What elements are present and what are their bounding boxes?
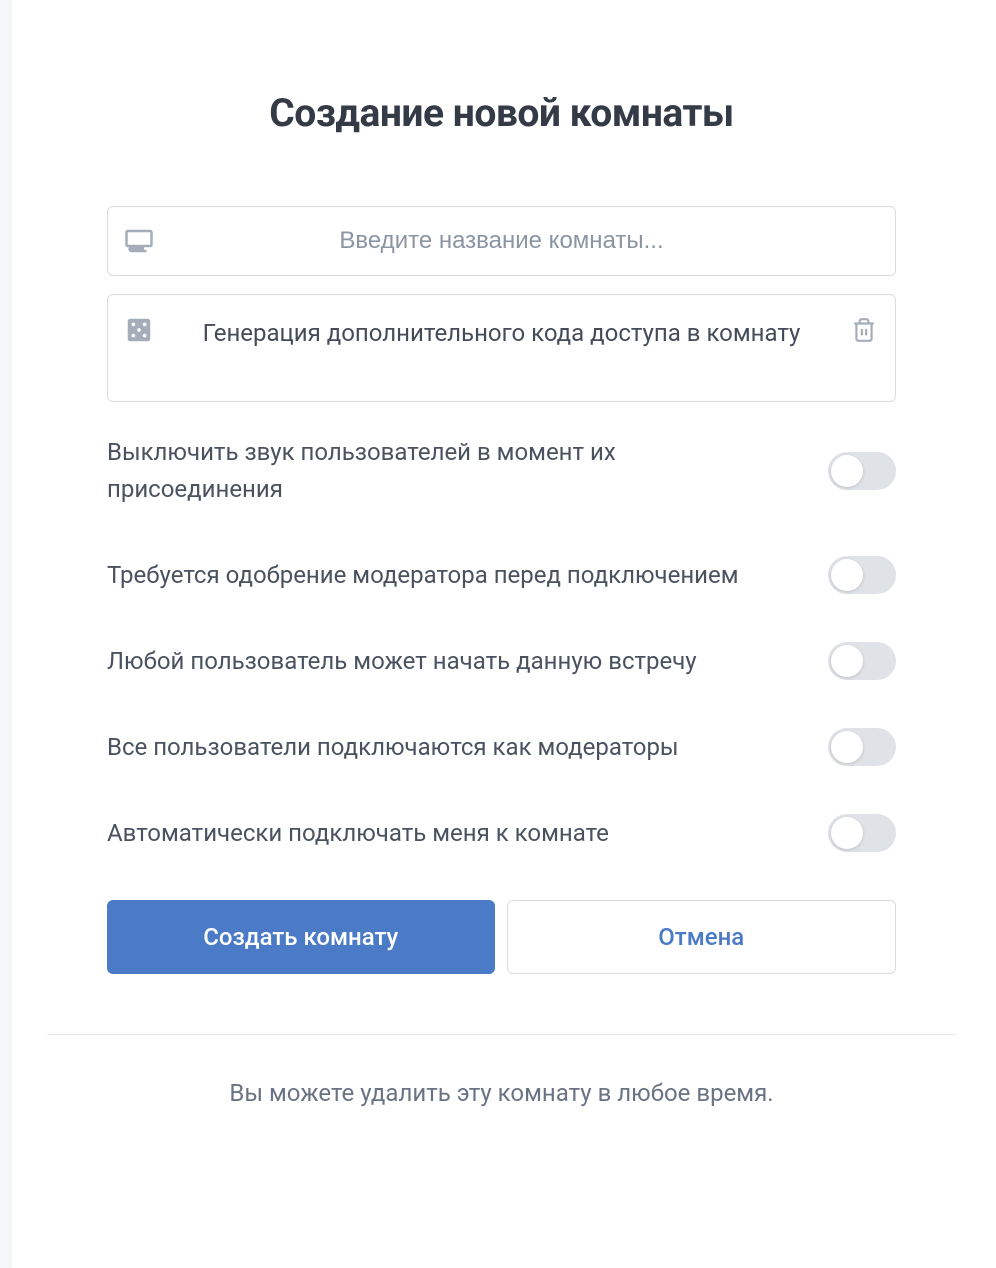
modal-title: Создание новой комнаты xyxy=(107,90,896,136)
room-name-input[interactable] xyxy=(170,207,895,275)
toggle-row-auto-join: Автоматически подключать меня к комнате xyxy=(107,814,896,852)
access-code-row: Генерация дополнительного кода доступа в… xyxy=(107,294,896,402)
toggle-row-moderator-approval: Требуется одобрение модератора перед под… xyxy=(107,556,896,594)
cancel-button[interactable]: Отмена xyxy=(507,900,897,974)
toggle-anyone-can-start[interactable] xyxy=(828,642,896,680)
room-name-input-group xyxy=(107,206,896,276)
toggle-label: Автоматически подключать меня к комнате xyxy=(107,815,808,852)
toggle-label: Выключить звук пользователей в момент их… xyxy=(107,434,808,508)
create-room-modal: Создание новой комнаты Генерация дополни… xyxy=(12,0,996,1268)
toggle-label: Требуется одобрение модератора перед под… xyxy=(107,557,808,594)
toggle-row-mute-on-join: Выключить звук пользователей в момент их… xyxy=(107,434,896,508)
presentation-icon xyxy=(108,226,170,256)
modal-buttons: Создать комнату Отмена xyxy=(107,900,896,974)
toggle-moderator-approval[interactable] xyxy=(828,556,896,594)
dice-icon xyxy=(108,295,170,365)
footer-note: Вы можете удалить эту комнату в любое вр… xyxy=(107,1079,896,1107)
create-room-button[interactable]: Создать комнату xyxy=(107,900,495,974)
divider xyxy=(47,1034,956,1035)
toggle-all-moderators[interactable] xyxy=(828,728,896,766)
toggle-mute-on-join[interactable] xyxy=(828,452,896,490)
toggle-label: Все пользователи подключаются как модера… xyxy=(107,729,808,766)
toggle-row-anyone-can-start: Любой пользователь может начать данную в… xyxy=(107,642,896,680)
toggle-label: Любой пользователь может начать данную в… xyxy=(107,643,808,680)
trash-icon[interactable] xyxy=(833,295,895,365)
toggle-row-all-moderators: Все пользователи подключаются как модера… xyxy=(107,728,896,766)
generate-access-code-button[interactable]: Генерация дополнительного кода доступа в… xyxy=(170,295,833,401)
toggle-auto-join[interactable] xyxy=(828,814,896,852)
